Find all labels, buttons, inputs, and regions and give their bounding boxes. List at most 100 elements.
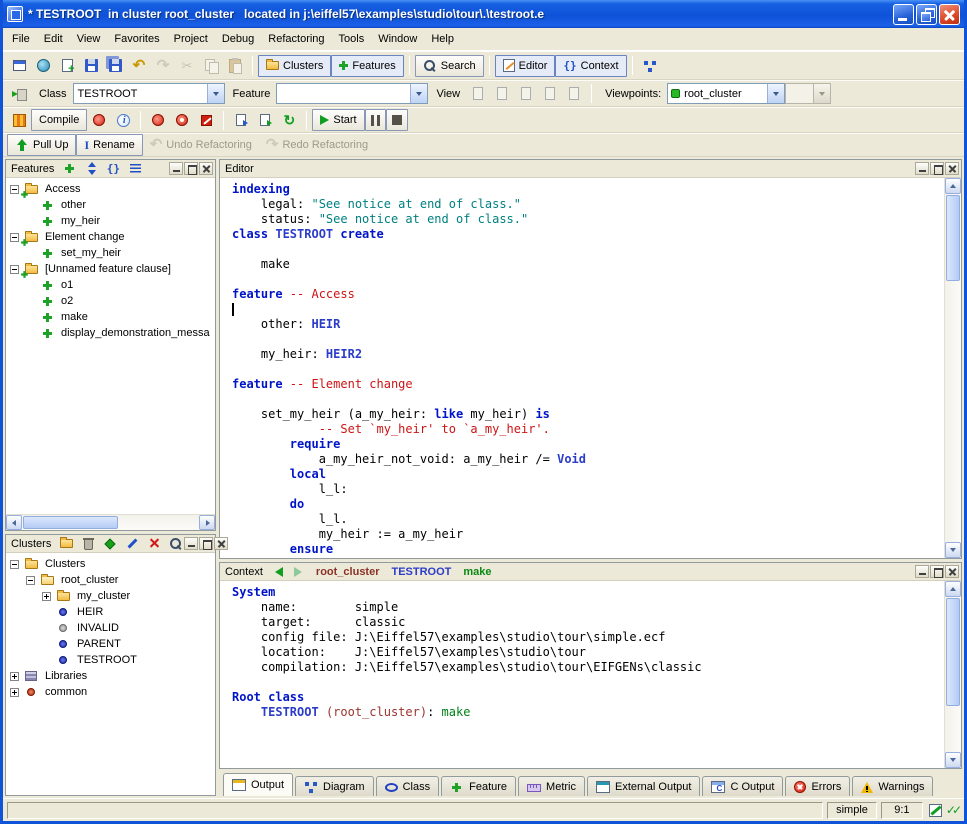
tab-class[interactable]: Class (376, 776, 440, 796)
editable-state-icon[interactable] (929, 804, 942, 817)
undo-button[interactable] (127, 54, 151, 77)
menu-refactoring[interactable]: Refactoring (261, 29, 331, 49)
new-item-button[interactable] (55, 54, 79, 77)
step-over-button[interactable] (253, 109, 277, 132)
features-tree[interactable]: Accessothermy_heirElement changeset_my_h… (6, 178, 215, 514)
minus-expander-icon[interactable] (26, 576, 35, 585)
scroll-right-icon[interactable] (199, 515, 215, 530)
minus-expander-icon[interactable] (10, 560, 19, 569)
menu-view[interactable]: View (70, 29, 108, 49)
clusters-close-icon[interactable] (214, 537, 228, 550)
navigate-forward-icon[interactable] (291, 565, 306, 579)
restore-button[interactable] (916, 4, 937, 25)
viewpoints-combo[interactable]: root_cluster (667, 83, 785, 104)
tree-item-o1[interactable]: o1 (6, 277, 215, 293)
tree-item-my-heir[interactable]: my_heir (6, 213, 215, 229)
debug-run-button[interactable] (146, 109, 170, 132)
view-clickable-button[interactable] (490, 82, 514, 105)
tab-errors[interactable]: Errors (785, 776, 850, 796)
edit-breakpoints-button[interactable] (194, 109, 218, 132)
tab-feature[interactable]: Feature (441, 776, 516, 796)
step-into-button[interactable] (229, 109, 253, 132)
menu-edit[interactable]: Edit (37, 29, 70, 49)
tab-external-output[interactable]: External Output (587, 776, 700, 796)
context-vertical-scrollbar[interactable] (944, 581, 961, 768)
scroll-down-icon[interactable] (945, 542, 961, 558)
tree-item-unnamed-feature-clause[interactable]: [Unnamed feature clause] (6, 261, 215, 277)
menu-help[interactable]: Help (424, 29, 461, 49)
redo-refactoring-button[interactable]: Redo Refactoring (259, 136, 375, 154)
tree-item-parent[interactable]: PARENT (6, 636, 215, 652)
search-button[interactable]: Search (415, 55, 484, 77)
breakpoints-button[interactable] (170, 109, 194, 132)
scrollbar-thumb[interactable] (23, 516, 118, 529)
open-file-button[interactable] (31, 54, 55, 77)
context-output[interactable]: System name: simple target: classic conf… (220, 581, 944, 768)
context-crumb-make[interactable]: make (463, 566, 491, 578)
tree-item-testroot[interactable]: TESTROOT (6, 652, 215, 668)
tab-metric[interactable]: Metric (518, 776, 585, 796)
sync-check-icon[interactable] (946, 803, 958, 817)
editor-close-icon[interactable] (945, 162, 959, 175)
menu-project[interactable]: Project (167, 29, 215, 49)
context-close-icon[interactable] (945, 565, 959, 578)
undo-refactoring-button[interactable]: Undo Refactoring (143, 136, 259, 154)
editor-toggle-button[interactable]: Editor (495, 55, 556, 77)
plus-expander-icon[interactable] (10, 688, 19, 697)
feature-combo-dropdown-icon[interactable] (410, 84, 427, 103)
tab-warnings[interactable]: Warnings (852, 776, 933, 796)
scrollbar-track[interactable] (945, 282, 961, 542)
redo-button[interactable] (151, 54, 175, 77)
tree-item-element-change[interactable]: Element change (6, 229, 215, 245)
compile-button[interactable]: Compile (31, 109, 87, 131)
plus-expander-icon[interactable] (42, 592, 51, 601)
tree-item-invalid[interactable]: INVALID (6, 620, 215, 636)
pull-up-button[interactable]: Pull Up (7, 134, 76, 156)
clusters-minimize-icon[interactable] (184, 537, 198, 550)
remove-x-icon[interactable] (146, 536, 162, 551)
signature-toggle-icon[interactable] (105, 161, 121, 176)
sort-features-icon[interactable] (83, 161, 99, 176)
context-toggle-button[interactable]: Context (555, 55, 626, 77)
search-magnifier-icon[interactable] (168, 536, 184, 551)
copy-button[interactable] (199, 54, 223, 77)
minus-expander-icon[interactable] (10, 185, 19, 194)
context-maximize-icon[interactable] (930, 565, 944, 578)
features-horizontal-scrollbar[interactable] (6, 514, 215, 530)
compile-report-button[interactable] (87, 109, 111, 132)
scrollbar-thumb[interactable] (946, 598, 960, 706)
tree-item-display-demonstration-messa[interactable]: display_demonstration_messa (6, 325, 215, 341)
edit-pencil-icon[interactable] (124, 536, 140, 551)
project-info-button[interactable] (111, 109, 135, 132)
scroll-up-icon[interactable] (945, 178, 961, 194)
class-diamond-icon[interactable] (102, 536, 118, 551)
minus-expander-icon[interactable] (10, 265, 19, 274)
melt-button[interactable] (7, 109, 31, 132)
close-button[interactable] (939, 4, 960, 25)
start-button[interactable]: Start (312, 109, 364, 131)
editor-minimize-icon[interactable] (915, 162, 929, 175)
editor-maximize-icon[interactable] (930, 162, 944, 175)
secondary-viewpoint-dropdown-icon[interactable] (813, 84, 830, 103)
tree-item-make[interactable]: make (6, 309, 215, 325)
menu-window[interactable]: Window (371, 29, 424, 49)
class-combo-dropdown-icon[interactable] (207, 84, 224, 103)
context-crumb-testroot[interactable]: TESTROOT (392, 566, 452, 578)
editor-vertical-scrollbar[interactable] (944, 178, 961, 558)
scroll-left-icon[interactable] (6, 515, 22, 530)
tab-diagram[interactable]: Diagram (295, 776, 374, 796)
view-basic-text-button[interactable] (466, 82, 490, 105)
flat-list-icon[interactable] (127, 161, 143, 176)
tree-item-access[interactable]: Access (6, 181, 215, 197)
class-combo[interactable]: TESTROOT (73, 83, 225, 104)
tree-item-root-cluster[interactable]: root_cluster (6, 572, 215, 588)
features-close-icon[interactable] (199, 162, 213, 175)
new-window-button[interactable] (7, 54, 31, 77)
scroll-down-icon[interactable] (945, 752, 961, 768)
context-crumb-root_cluster[interactable]: root_cluster (316, 566, 380, 578)
trash-icon[interactable] (80, 536, 96, 551)
clusters-maximize-icon[interactable] (199, 537, 213, 550)
viewpoints-combo-dropdown-icon[interactable] (767, 84, 784, 103)
tab-output[interactable]: Output (223, 773, 293, 796)
context-minimize-icon[interactable] (915, 565, 929, 578)
